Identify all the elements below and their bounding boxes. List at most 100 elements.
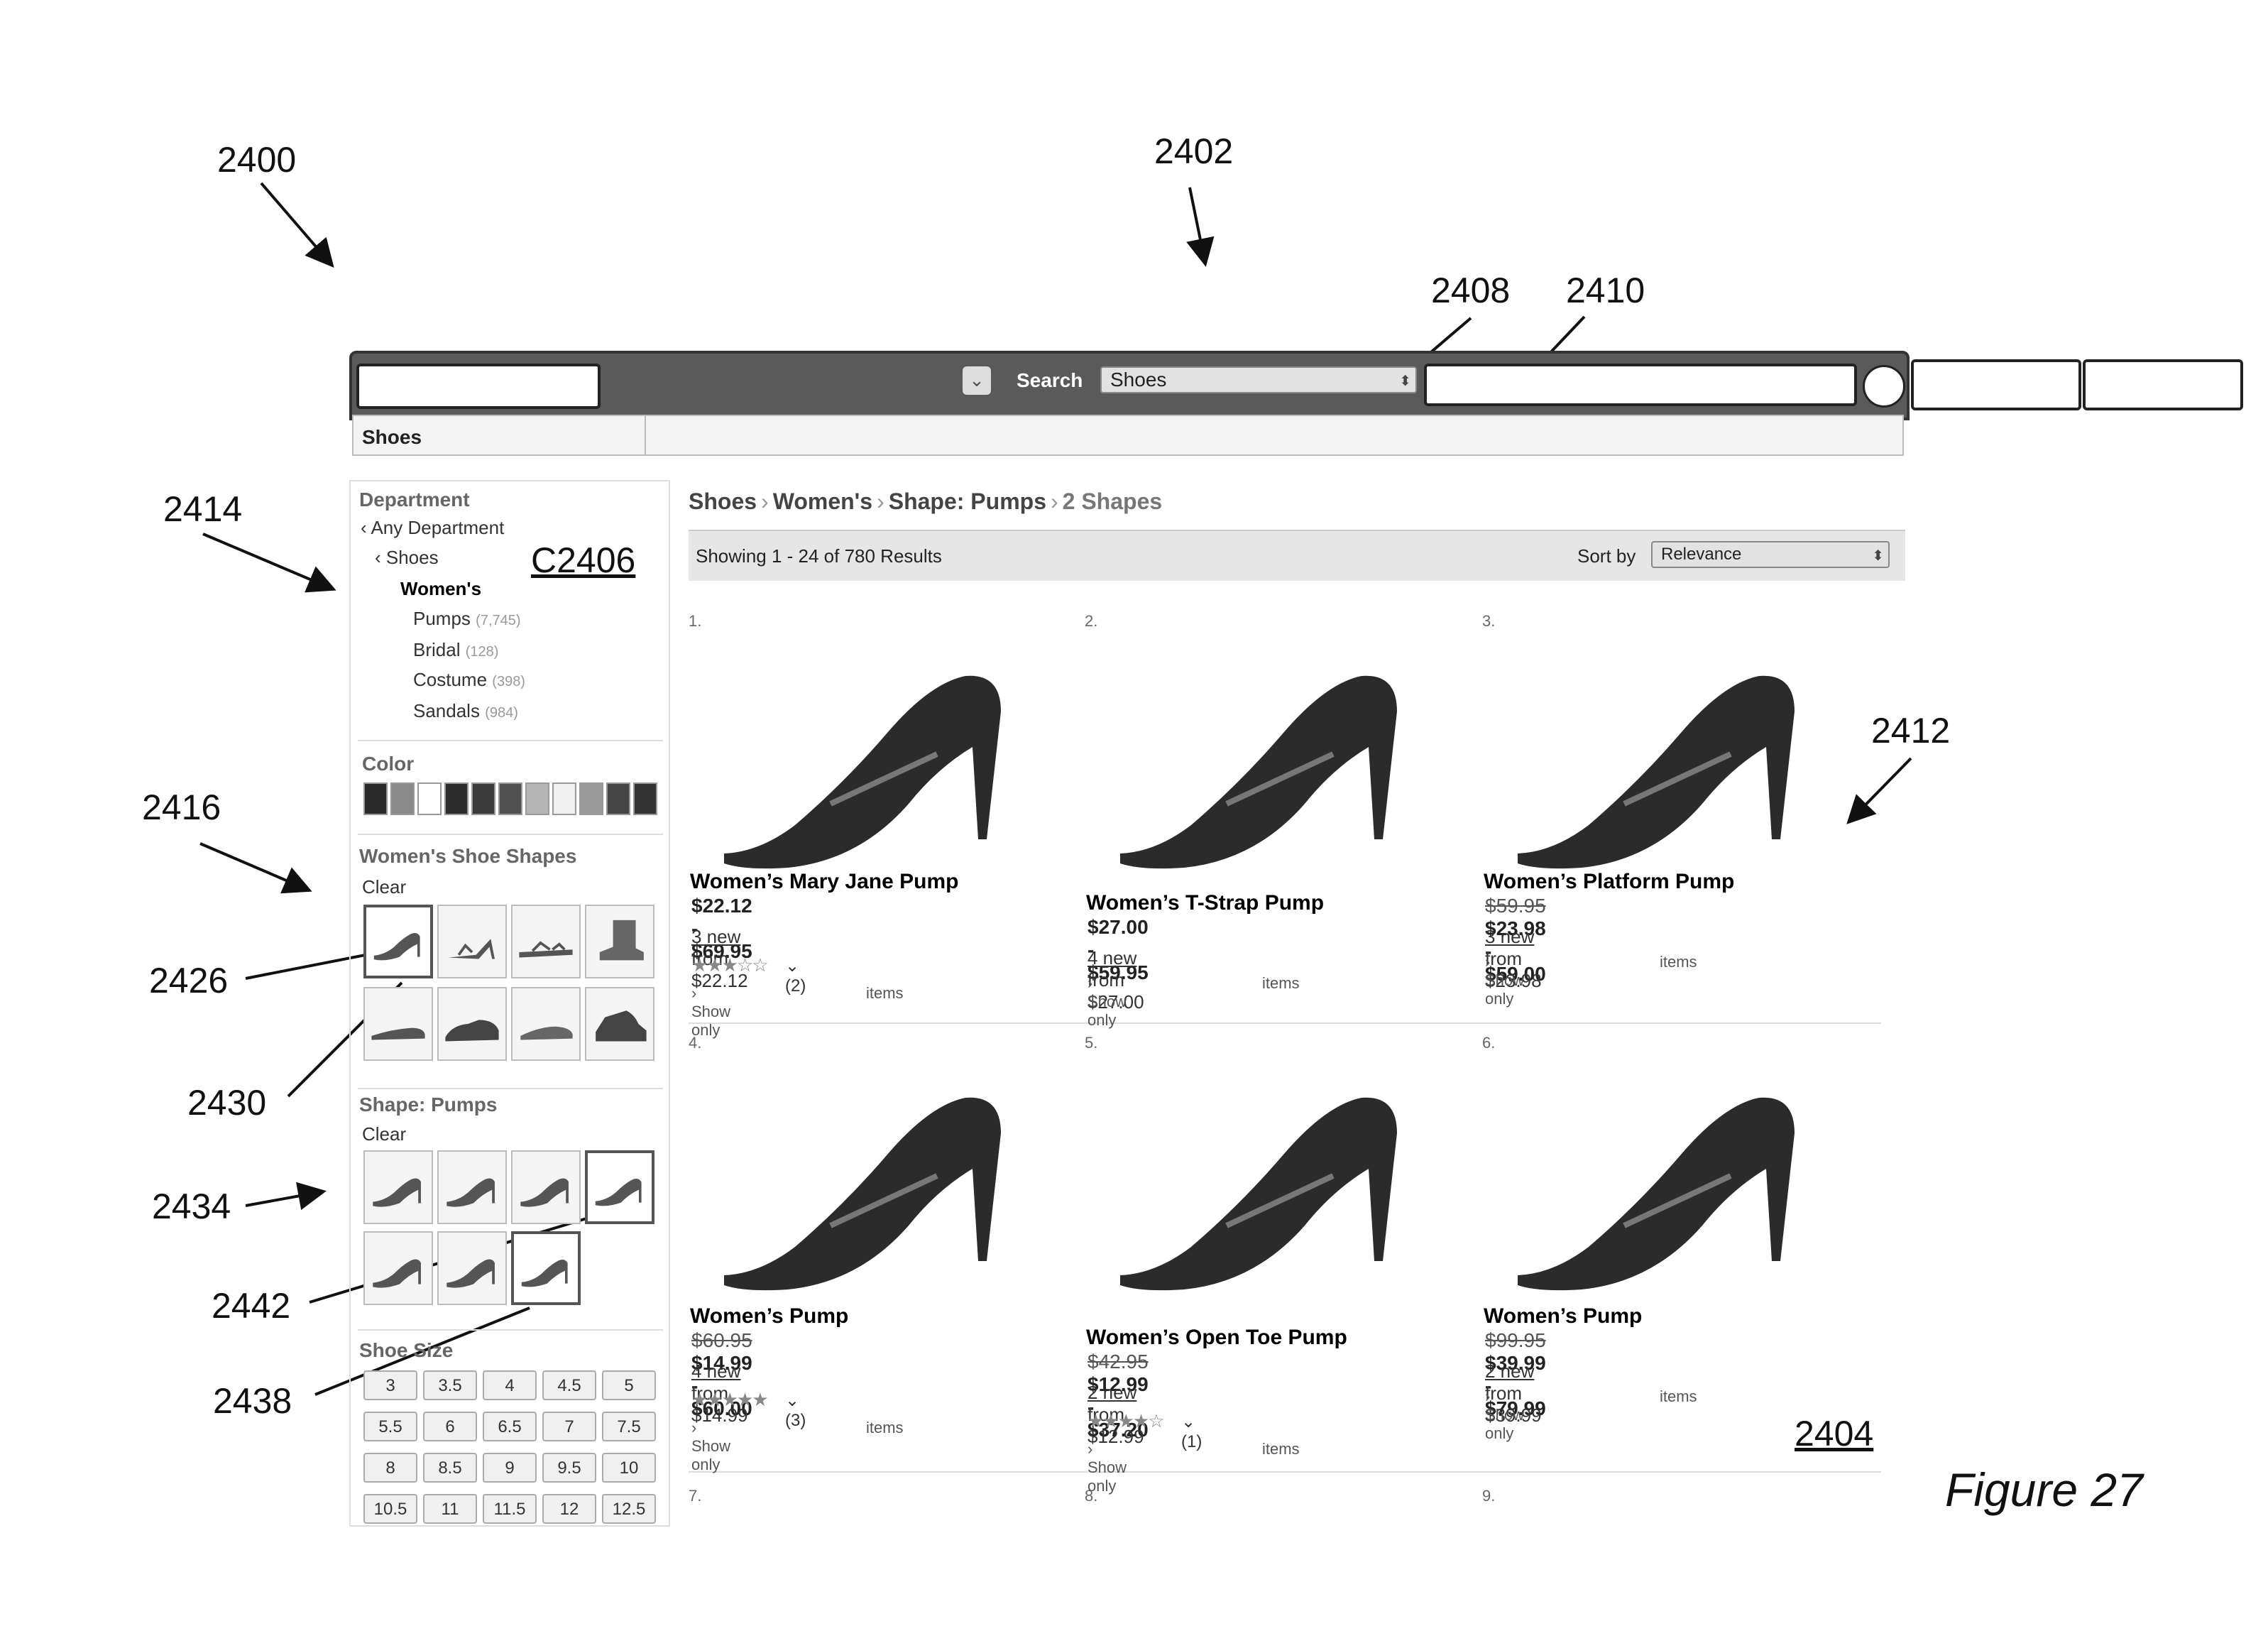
flat-shape-icon[interactable] (363, 987, 433, 1061)
show-only-link[interactable]: › Show only (1088, 974, 1127, 1030)
header-button-1[interactable] (1911, 359, 2081, 410)
items-link[interactable]: items (1660, 1387, 1697, 1406)
review-count[interactable]: ⌄ (2) (785, 956, 806, 996)
pumps-clear-link[interactable]: Clear (362, 1123, 406, 1145)
sort-select[interactable]: Relevance ⬍ (1651, 541, 1890, 568)
shoes-link[interactable]: ‹ Shoes (375, 547, 439, 569)
product-title[interactable]: Women’s Open Toe Pump (1086, 1326, 1406, 1349)
new-offers-link[interactable]: 4 new (1088, 947, 1136, 969)
size-button[interactable]: 7 (542, 1412, 596, 1441)
search-input[interactable] (1424, 364, 1857, 406)
product-image[interactable] (1099, 626, 1425, 882)
pump-variant-icon[interactable] (363, 1231, 433, 1305)
pump-variant-icon[interactable] (437, 1231, 507, 1305)
size-button[interactable]: 7.5 (602, 1412, 656, 1441)
star-rating[interactable]: ★★★★★ (691, 1389, 767, 1411)
size-button[interactable]: 12.5 (602, 1494, 656, 1524)
size-button[interactable]: 10 (602, 1453, 656, 1483)
color-swatch[interactable] (633, 782, 657, 815)
pump-variant-icon[interactable] (511, 1231, 581, 1305)
items-link[interactable]: items (866, 1419, 904, 1437)
search-go-button[interactable] (1863, 365, 1905, 408)
pump-variant-icon[interactable] (437, 1150, 507, 1224)
flatsandal-shape-icon[interactable] (511, 905, 581, 978)
size-button[interactable]: 10.5 (363, 1494, 417, 1524)
boot-shape-icon[interactable] (585, 905, 654, 978)
new-offers-link[interactable]: 3 new (691, 926, 740, 947)
size-button[interactable]: 11 (423, 1494, 477, 1524)
color-swatch[interactable] (579, 782, 603, 815)
size-button[interactable]: 5 (602, 1370, 656, 1400)
product-title[interactable]: Women’s Platform Pump (1484, 871, 1803, 893)
size-button[interactable]: 12 (542, 1494, 596, 1524)
product-title[interactable]: Women’s T-Strap Pump (1086, 892, 1406, 915)
product-image[interactable] (1099, 1048, 1425, 1304)
pump-variant-icon[interactable] (585, 1150, 654, 1224)
size-button[interactable]: 5.5 (363, 1412, 417, 1441)
category-bridal[interactable]: Bridal (128) (413, 639, 498, 661)
chevron-down-icon[interactable]: ⌄ (963, 366, 991, 395)
any-department-link[interactable]: ‹ Any Department (361, 517, 504, 539)
new-offers-link[interactable]: 2 new (1088, 1382, 1136, 1403)
size-button[interactable]: 3.5 (423, 1370, 477, 1400)
size-button[interactable]: 8 (363, 1453, 417, 1483)
header-button-2[interactable] (2083, 359, 2243, 410)
tab-shoes[interactable]: Shoes (354, 416, 646, 454)
color-swatch[interactable] (525, 782, 549, 815)
new-offers-link[interactable]: 3 new (1485, 926, 1534, 947)
pump-variant-icon[interactable] (511, 1150, 581, 1224)
category-costume[interactable]: Costume (398) (413, 669, 525, 691)
product-image[interactable] (1496, 626, 1823, 882)
items-link[interactable]: items (1262, 1440, 1300, 1458)
color-swatch[interactable] (390, 782, 415, 815)
size-button[interactable]: 3 (363, 1370, 417, 1400)
size-button[interactable]: 4 (483, 1370, 537, 1400)
category-select[interactable]: Shoes ⬍ (1100, 366, 1417, 393)
size-button[interactable]: 6.5 (483, 1412, 537, 1441)
show-only-link[interactable]: › Show only (691, 984, 730, 1040)
product-image[interactable] (1496, 1048, 1823, 1304)
items-link[interactable]: items (866, 984, 904, 1003)
size-button[interactable]: 11.5 (483, 1494, 537, 1524)
items-link[interactable]: items (1262, 974, 1300, 993)
product-title[interactable]: Women’s Pump (1484, 1305, 1803, 1328)
color-swatch[interactable] (444, 782, 469, 815)
review-count[interactable]: ⌄ (3) (785, 1390, 806, 1431)
product-image[interactable] (703, 1048, 1029, 1304)
shapes-clear-link[interactable]: Clear (362, 876, 406, 898)
new-offers-link[interactable]: 2 new (1485, 1360, 1534, 1382)
breadcrumb-womens[interactable]: Women's (773, 489, 872, 514)
color-swatch[interactable] (606, 782, 630, 815)
chevron-down-icon[interactable]: ⌄ (1181, 1412, 1195, 1431)
breadcrumb-shape[interactable]: Shape: Pumps (889, 489, 1046, 514)
size-button[interactable]: 4.5 (542, 1370, 596, 1400)
items-link[interactable]: items (1660, 953, 1697, 971)
size-button[interactable]: 8.5 (423, 1453, 477, 1483)
product-title[interactable]: Women’s Mary Jane Pump (690, 871, 1009, 893)
category-pumps[interactable]: Pumps (7,745) (413, 608, 521, 630)
color-swatch[interactable] (363, 782, 388, 815)
color-swatch[interactable] (471, 782, 495, 815)
color-swatch[interactable] (552, 782, 576, 815)
color-swatch[interactable] (417, 782, 442, 815)
oxford-shape-icon[interactable] (437, 987, 507, 1061)
product-title[interactable]: Women’s Pump (690, 1305, 1009, 1328)
review-count[interactable]: ⌄ (1) (1181, 1412, 1202, 1452)
color-swatch[interactable] (498, 782, 522, 815)
store-selector-field[interactable] (356, 364, 601, 409)
star-rating[interactable]: ★★★☆☆ (691, 954, 767, 976)
breadcrumb-shoes[interactable]: Shoes (689, 489, 757, 514)
size-button[interactable]: 9 (483, 1453, 537, 1483)
new-offers-link[interactable]: 4 new (691, 1360, 740, 1382)
pump-variant-icon[interactable] (363, 1150, 433, 1224)
size-button[interactable]: 9.5 (542, 1453, 596, 1483)
show-only-link[interactable]: › Show only (1485, 953, 1524, 1008)
sandal-shape-icon[interactable] (437, 905, 507, 978)
size-button[interactable]: 6 (423, 1412, 477, 1441)
pump-shape-icon[interactable] (363, 905, 433, 978)
star-rating[interactable]: ★★★★☆ (1088, 1410, 1163, 1432)
show-only-link[interactable]: › Show only (691, 1419, 730, 1474)
chevron-down-icon[interactable]: ⌄ (785, 1391, 799, 1410)
hiker-shape-icon[interactable] (585, 987, 654, 1061)
category-sandals[interactable]: Sandals (984) (413, 700, 518, 722)
